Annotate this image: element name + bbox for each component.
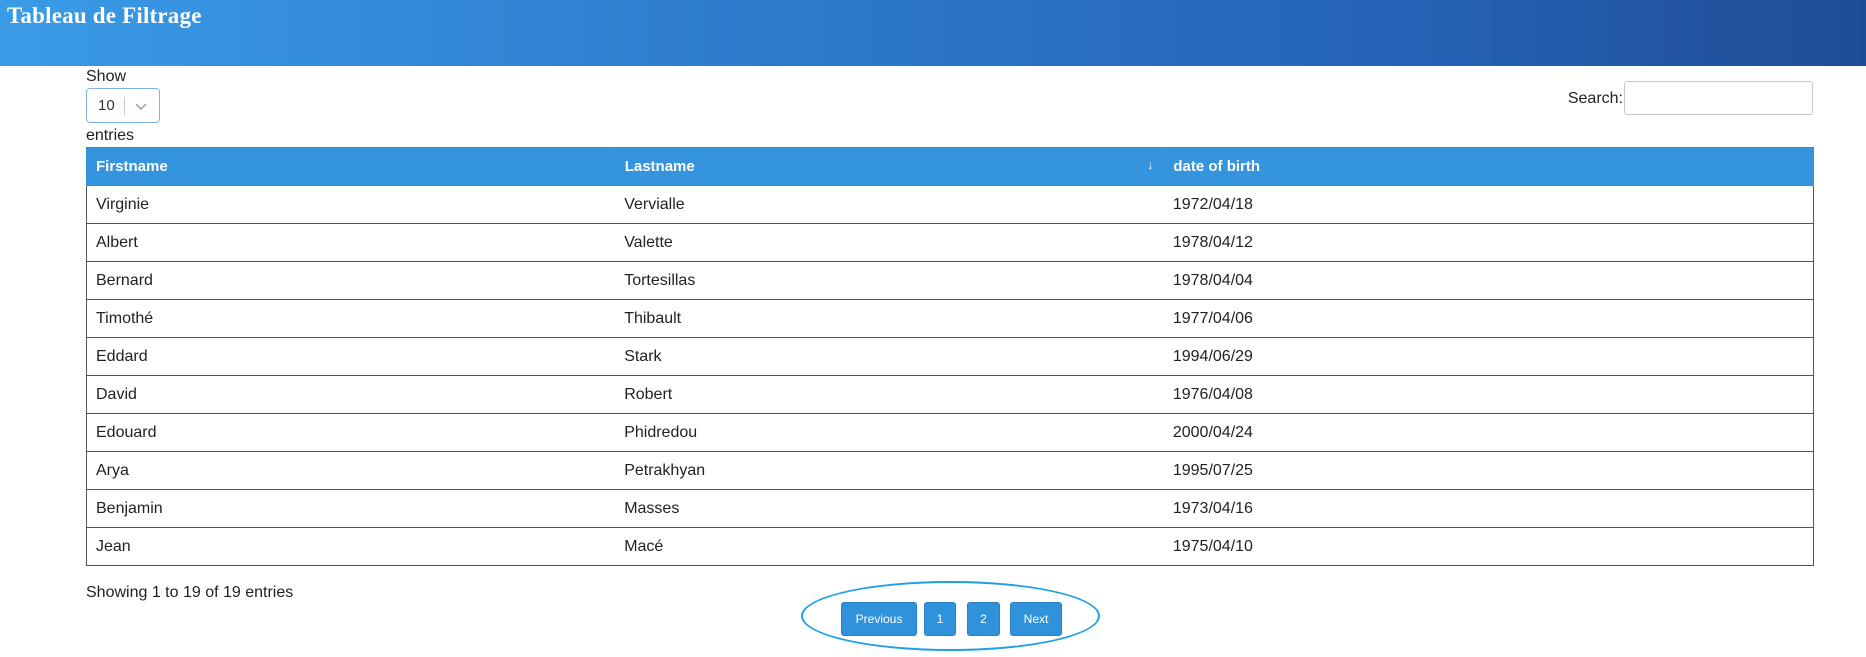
previous-page-button[interactable]: Previous xyxy=(841,602,917,636)
app-header: Tableau de Filtrage xyxy=(0,0,1866,66)
entries-per-page-select[interactable]: 10 xyxy=(86,88,160,123)
page-2-button[interactable]: 2 xyxy=(967,602,1000,636)
table-row: Bernard Tortesillas 1978/04/04 xyxy=(86,261,1814,300)
entries-label: entries xyxy=(86,127,135,144)
cell-lastname: Robert xyxy=(615,375,1164,414)
table-row: Albert Valette 1978/04/12 xyxy=(86,223,1814,262)
table-row: Jean Macé 1975/04/10 xyxy=(86,527,1814,566)
table-info: Showing 1 to 19 of 19 entries xyxy=(86,584,294,601)
table-row: Eddard Stark 1994/06/29 xyxy=(86,337,1814,376)
pagination: Previous 1 2 Next xyxy=(801,579,1106,654)
show-label: Show xyxy=(86,68,127,85)
next-page-button[interactable]: Next xyxy=(1010,602,1062,636)
search-label: Search: xyxy=(1567,90,1623,107)
cell-lastname: Phidredou xyxy=(615,413,1164,452)
cell-date-of-birth: 1994/06/29 xyxy=(1163,337,1814,376)
cell-date-of-birth: 1995/07/25 xyxy=(1163,451,1814,490)
cell-firstname: Benjamin xyxy=(86,489,616,528)
cell-date-of-birth: 1976/04/08 xyxy=(1163,375,1814,414)
cell-date-of-birth: 1973/04/16 xyxy=(1163,489,1814,528)
search-input[interactable] xyxy=(1624,81,1813,115)
cell-firstname: Arya xyxy=(86,451,616,490)
table-row: Timothé Thibault 1977/04/06 xyxy=(86,299,1814,338)
page-1-button[interactable]: 1 xyxy=(924,602,956,636)
entries-per-page-value: 10 xyxy=(98,97,115,114)
column-header-lastname[interactable]: Lastname ↓ xyxy=(614,147,1165,186)
cell-firstname: Bernard xyxy=(86,261,616,300)
page-title: Tableau de Filtrage xyxy=(7,3,202,28)
column-header-firstname[interactable]: Firstname xyxy=(86,147,616,186)
cell-firstname: Timothé xyxy=(86,299,616,338)
cell-lastname: Thibault xyxy=(615,299,1164,338)
cell-date-of-birth: 1977/04/06 xyxy=(1163,299,1814,338)
column-header-date-of-birth[interactable]: date of birth xyxy=(1163,147,1814,186)
table-header-row: Firstname Lastname ↓ date of birth xyxy=(86,147,1814,186)
table-row: Edouard Phidredou 2000/04/24 xyxy=(86,413,1814,452)
cell-date-of-birth: 1978/04/04 xyxy=(1163,261,1814,300)
chevron-down-icon xyxy=(135,103,147,110)
cell-date-of-birth: 1978/04/12 xyxy=(1163,223,1814,262)
cell-firstname: Edouard xyxy=(86,413,616,452)
cell-lastname: Macé xyxy=(615,527,1164,566)
select-separator xyxy=(124,97,125,115)
cell-lastname: Valette xyxy=(615,223,1164,262)
column-header-lastname-label: Lastname xyxy=(624,158,695,175)
table-row: David Robert 1976/04/08 xyxy=(86,375,1814,414)
cell-firstname: Albert xyxy=(86,223,616,262)
table-row: Arya Petrakhyan 1995/07/25 xyxy=(86,451,1814,490)
table-row: Benjamin Masses 1973/04/16 xyxy=(86,489,1814,528)
cell-date-of-birth: 1972/04/18 xyxy=(1163,185,1814,224)
cell-lastname: Tortesillas xyxy=(615,261,1164,300)
data-table: Firstname Lastname ↓ date of birth Virgin… xyxy=(86,147,1814,566)
cell-lastname: Masses xyxy=(615,489,1164,528)
table-body: Virginie Vervialle 1972/04/18 Albert Valette… xyxy=(86,185,1814,566)
cell-firstname: David xyxy=(86,375,616,414)
cell-lastname: Petrakhyan xyxy=(615,451,1164,490)
table-row: Virginie Vervialle 1972/04/18 xyxy=(86,185,1814,224)
cell-date-of-birth: 1975/04/10 xyxy=(1163,527,1814,566)
cell-lastname: Vervialle xyxy=(615,185,1164,224)
cell-date-of-birth: 2000/04/24 xyxy=(1163,413,1814,452)
cell-firstname: Eddard xyxy=(86,337,616,376)
cell-firstname: Jean xyxy=(86,527,616,566)
cell-firstname: Virginie xyxy=(86,185,616,224)
cell-lastname: Stark xyxy=(615,337,1164,376)
sort-descending-icon: ↓ xyxy=(1147,158,1154,172)
